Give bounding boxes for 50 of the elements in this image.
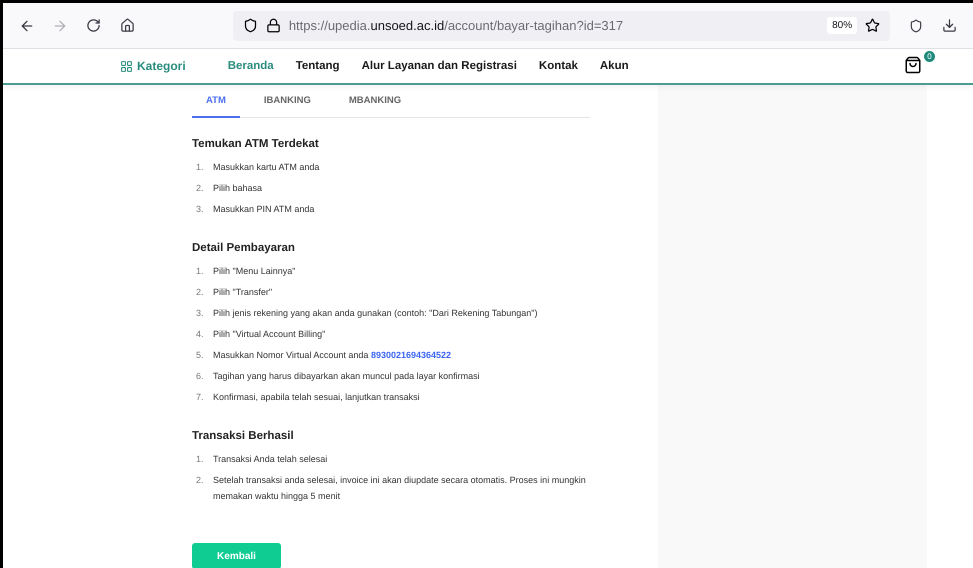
cart-button[interactable] [903, 55, 923, 75]
step-text: Masukkan Nomor Virtual Account anda 8930021694364522 [213, 349, 452, 362]
step-number: 1. [195, 453, 205, 466]
step-text: Masukkan PIN ATM anda [213, 203, 316, 216]
lock-icon [266, 18, 281, 33]
home-icon [120, 18, 135, 33]
nav-link[interactable]: Kontak [538, 60, 578, 72]
section-heading: Temukan ATM Terdekat [192, 138, 320, 150]
step-text: Pilih jenis rekening yang akan anda gunakan (contoh: "Dari Rekening Tabungan") [213, 307, 538, 320]
payment-tab[interactable]: IBANKING [250, 91, 325, 118]
step-text: Masukkan kartu ATM anda [213, 161, 320, 174]
section-heading: Detail Pembayaran [192, 242, 296, 254]
step-number: 6. [195, 370, 205, 383]
step-number: 5. [195, 349, 205, 362]
step-number: 1. [195, 161, 205, 174]
step-number: 7. [195, 391, 205, 404]
step-text: Pilih "Menu Lainnya" [213, 265, 296, 278]
category-menu[interactable]: Kategori [120, 59, 186, 73]
step-text: Transaksi Anda telah selesai [213, 453, 328, 466]
cart-count-badge: 0 [924, 51, 935, 62]
shopping-bag-icon [904, 56, 922, 74]
step-text: Pilih "Transfer" [213, 286, 274, 299]
step-number: 2. [195, 286, 205, 299]
back-arrow-icon [18, 18, 35, 34]
step-number: 2. [195, 182, 205, 195]
address-bar[interactable]: https://upedia.unsoed.ac.id/account/bayar-tagihan?id=317 80% [232, 10, 890, 40]
grid-icon [120, 60, 133, 72]
nav-link[interactable]: Tentang [296, 60, 340, 72]
step-number: 4. [195, 328, 205, 341]
step-text: Konfirmasi, apabila telah sesuai, lanjutkan transaksi [213, 391, 421, 404]
step-number: 1. [195, 265, 205, 278]
step-text: Setelah transaksi anda selesai, invoice ini akan diupdate secara otomatis. Proses ini mungkin memakan waktu hingga 5 menit [213, 474, 587, 503]
nav-link[interactable]: Akun [600, 60, 629, 72]
step-text: Pilih "Virtual Account Billing" [213, 328, 326, 341]
reload-icon [86, 18, 102, 33]
step-text: Pilih bahasa [213, 182, 264, 195]
nav-link[interactable]: Alur Layanan dan Registrasi [362, 60, 517, 72]
step-number: 2. [195, 474, 205, 487]
download-icon [942, 18, 957, 33]
nav-link[interactable]: Beranda [228, 60, 274, 72]
zoom-level[interactable]: 80% [827, 17, 858, 34]
shield-icon [242, 18, 258, 33]
bookmark-star-icon[interactable] [865, 18, 880, 33]
payment-tab[interactable]: ATM [192, 91, 240, 118]
payment-tab[interactable]: MBANKING [334, 91, 416, 118]
step-text: Tagihan yang harus dibayarkan akan muncul pada layar konfirmasi [213, 370, 481, 383]
shield-icon [908, 18, 923, 32]
section-heading: Transaksi Berhasil [192, 430, 295, 442]
step-number: 3. [195, 203, 205, 216]
step-number: 3. [195, 307, 205, 320]
